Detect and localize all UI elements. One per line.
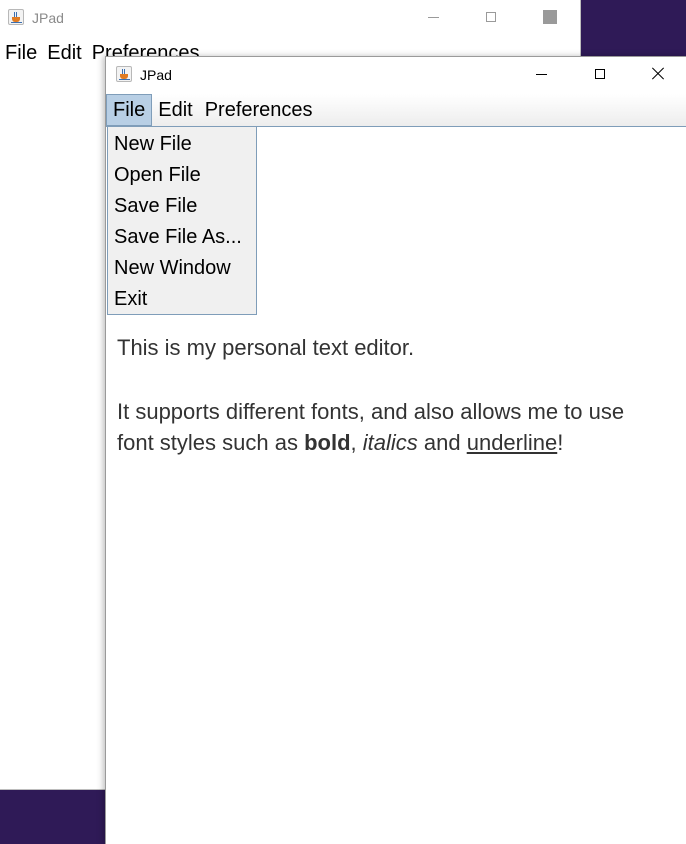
maximize-icon [595, 69, 605, 79]
menu-item-exit[interactable]: Exit [108, 284, 256, 315]
front-window-title: JPad [140, 67, 172, 83]
editor-text: and [417, 430, 467, 455]
minimize-button[interactable] [512, 57, 570, 91]
bold-text: bold [304, 430, 351, 455]
back-window-title: JPad [32, 10, 64, 26]
editor-line-1: This is my personal text editor. [117, 335, 415, 360]
editor-line-3: font styles such as bold, italics and un… [117, 427, 563, 459]
back-titlebar[interactable]: JPad [0, 0, 580, 34]
minimize-icon [535, 73, 547, 75]
back-menu-edit[interactable]: Edit [42, 37, 85, 69]
editor-line-2: It supports different fonts, and also al… [117, 399, 625, 424]
menu-item-new-window[interactable]: New Window [108, 253, 256, 284]
back-close-button[interactable] [521, 0, 579, 34]
maximize-icon [486, 12, 496, 22]
close-button[interactable] [629, 57, 686, 91]
editor-text: ! [557, 430, 564, 455]
minimize-icon [427, 16, 439, 18]
editor-text: , [350, 430, 363, 455]
front-window[interactable]: JPad File Edit Preferences This is my pe… [105, 56, 686, 844]
file-menu-dropdown: New File Open File Save File Save File A… [107, 126, 257, 315]
menu-item-new-file[interactable]: New File [108, 129, 256, 160]
menu-file[interactable]: File [106, 94, 153, 126]
menu-item-open-file[interactable]: Open File [108, 160, 256, 191]
back-maximize-button[interactable] [462, 0, 520, 34]
back-minimize-button[interactable] [404, 0, 462, 34]
italic-text: italics [362, 430, 418, 455]
underline-text: underline [466, 430, 558, 455]
java-app-icon [8, 9, 24, 25]
menu-preferences[interactable]: Preferences [199, 94, 319, 126]
close-icon [651, 67, 665, 81]
menubar: File Edit Preferences [106, 94, 686, 126]
java-app-icon [116, 66, 132, 82]
close-icon [543, 10, 557, 24]
menu-edit[interactable]: Edit [152, 94, 198, 126]
editor-text: font styles such as [117, 430, 305, 455]
back-menu-file[interactable]: File [0, 37, 41, 69]
menu-item-save-file-as[interactable]: Save File As... [108, 222, 256, 253]
maximize-button[interactable] [571, 57, 629, 91]
front-titlebar[interactable]: JPad [106, 57, 686, 91]
menu-item-save-file[interactable]: Save File [108, 191, 256, 222]
